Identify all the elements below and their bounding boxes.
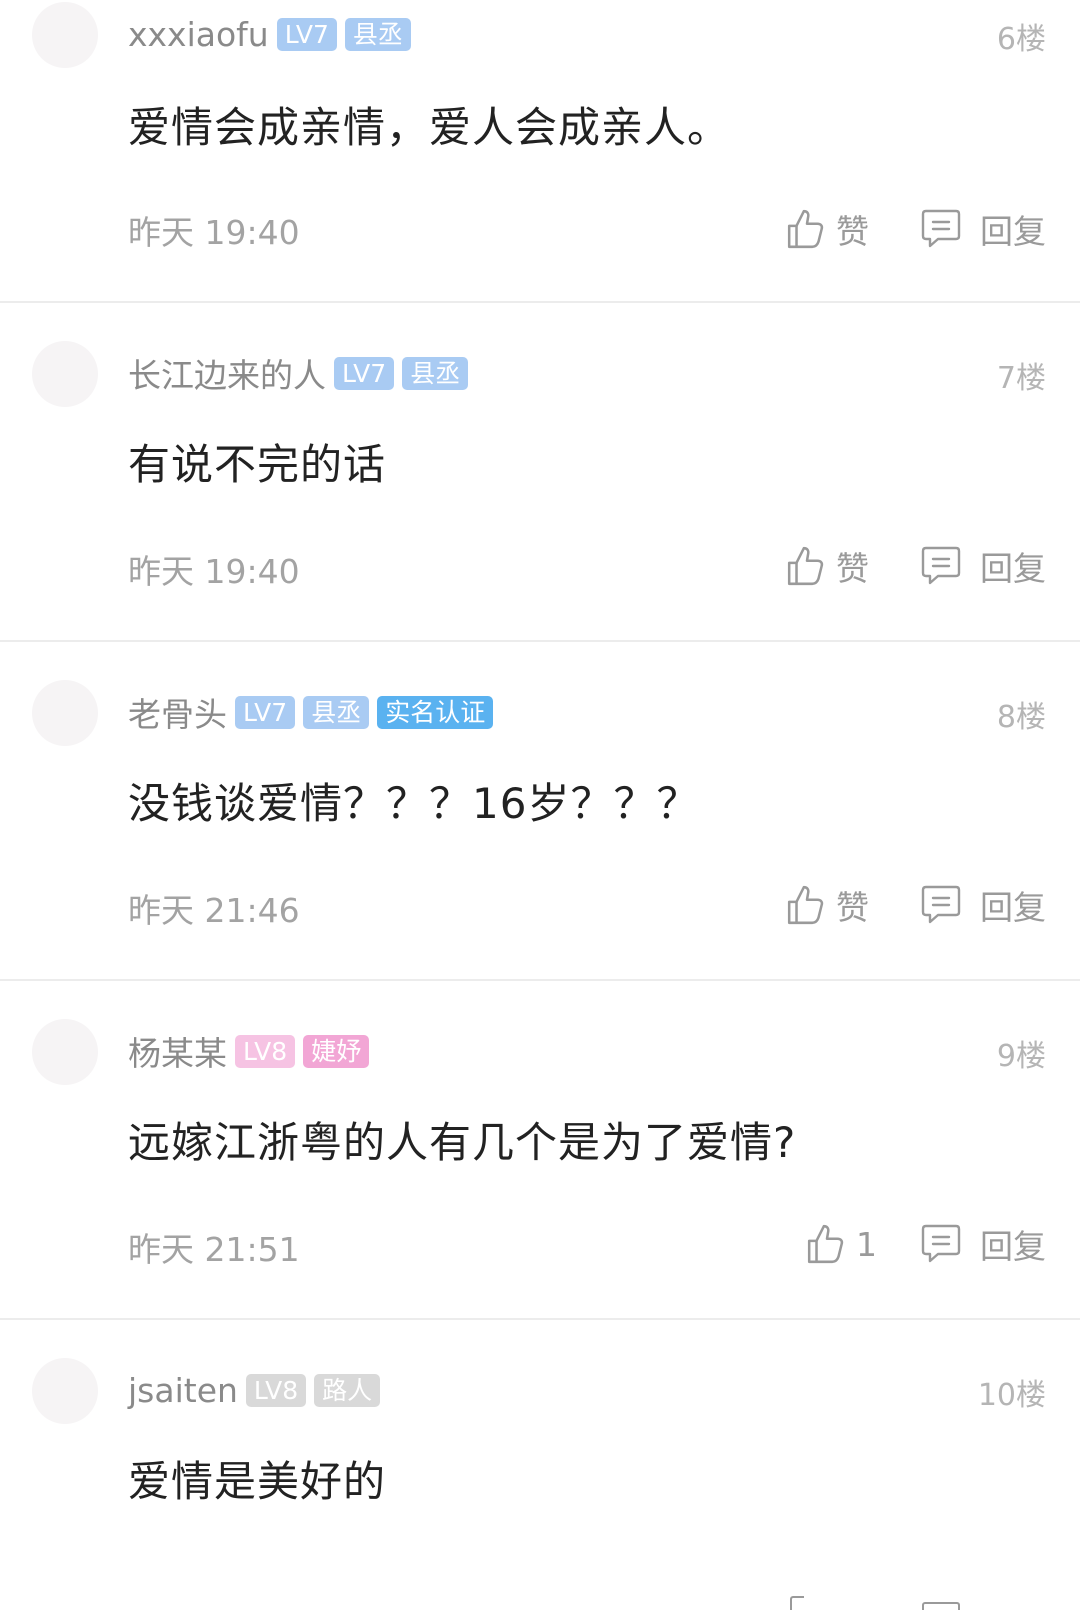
comment-text: 没钱谈爱情？？？16岁？？？: [128, 779, 700, 828]
avatar[interactable]: [32, 341, 98, 407]
level-badge: LV8: [235, 1034, 296, 1068]
reply-button[interactable]: 回复: [920, 1219, 1046, 1269]
username[interactable]: xxxiaofu: [128, 15, 269, 54]
comment-bubble-icon: [920, 544, 962, 588]
thumbs-up-icon: [786, 207, 828, 251]
floor-number: 10楼: [977, 1378, 1046, 1413]
user-line: 杨某某 LV8 婕妤: [128, 1027, 377, 1075]
comment-item: 杨某某 LV8 婕妤 9楼 远嫁江浙粤的人有几个是为了爱情? 昨天 21:51 …: [0, 981, 1080, 1320]
comment-time: 昨天 19:40: [128, 552, 300, 591]
title-badge: 县丞: [344, 17, 411, 51]
comment-bubble-icon: [922, 1602, 960, 1610]
reply-label: 回复: [980, 1227, 1046, 1266]
thumbs-up-icon: [786, 544, 828, 588]
reply-label: 回复: [980, 212, 1046, 251]
like-button[interactable]: 赞: [786, 541, 869, 591]
level-badge: LV7: [276, 17, 337, 51]
avatar[interactable]: [32, 680, 98, 746]
comment-bubble-icon: [920, 883, 962, 927]
like-button[interactable]: 赞: [786, 880, 869, 930]
title-badge: 县丞: [303, 695, 370, 729]
user-line: xxxiaofu LV7 县丞: [128, 10, 419, 58]
username[interactable]: 老骨头: [128, 688, 227, 736]
like-button[interactable]: 1: [806, 1219, 877, 1269]
username[interactable]: 杨某某: [128, 1027, 227, 1075]
title-badge: 婕妤: [303, 1034, 370, 1068]
username[interactable]: jsaiten: [128, 1371, 238, 1410]
comment-item: 长江边来的人 LV7 县丞 7楼 有说不完的话 昨天 19:40 赞 回复: [0, 303, 1080, 642]
comment-time: 昨天 19:40: [128, 213, 300, 252]
reply-label: 回复: [980, 549, 1046, 588]
comment-bubble-icon: [920, 1222, 962, 1266]
floor-number: 6楼: [996, 22, 1046, 57]
level-badge: LV7: [334, 356, 395, 390]
floor-number: 7楼: [996, 361, 1046, 396]
user-line: 老骨头 LV7 县丞 实名认证: [128, 688, 501, 736]
comment-text: 爱情会成亲情，爱人会成亲人。: [128, 103, 731, 152]
reply-button[interactable]: 回复: [920, 204, 1046, 254]
thumbs-up-icon: [786, 883, 828, 927]
username[interactable]: 长江边来的人: [128, 349, 326, 397]
comment-time: 昨天 21:46: [128, 891, 300, 930]
like-label: 赞: [836, 212, 869, 251]
comment-text: 远嫁江浙粤的人有几个是为了爱情?: [128, 1118, 797, 1167]
floor-number: 8楼: [996, 700, 1046, 735]
reply-button[interactable]: 回复: [920, 541, 1046, 591]
comment-bubble-icon: [920, 207, 962, 251]
thumbs-up-icon: [790, 1596, 804, 1610]
user-line: jsaiten LV8 路人: [128, 1366, 388, 1414]
comment-item: 老骨头 LV7 县丞 实名认证 8楼 没钱谈爱情？？？16岁？？？ 昨天 21:…: [0, 642, 1080, 981]
avatar[interactable]: [32, 1358, 98, 1424]
like-button[interactable]: 赞: [786, 204, 869, 254]
comment-text: 有说不完的话: [128, 440, 387, 489]
avatar[interactable]: [32, 1019, 98, 1085]
verified-badge: 实名认证: [377, 695, 494, 729]
comment-item: xxxiaofu LV7 县丞 6楼 爱情会成亲情，爱人会成亲人。 昨天 19:…: [0, 0, 1080, 303]
like-label: 赞: [836, 549, 869, 588]
like-label: 赞: [836, 888, 869, 927]
floor-number: 9楼: [996, 1039, 1046, 1074]
user-line: 长江边来的人 LV7 县丞: [128, 349, 476, 397]
avatar[interactable]: [32, 2, 98, 68]
reply-button[interactable]: 回复: [920, 880, 1046, 930]
thumbs-up-icon: [806, 1222, 848, 1266]
like-count: 1: [856, 1224, 877, 1264]
level-badge: LV7: [235, 695, 296, 729]
reply-label: 回复: [980, 888, 1046, 927]
title-badge: 路人: [314, 1373, 381, 1407]
comment-text: 爱情是美好的: [128, 1457, 387, 1506]
level-badge: LV8: [245, 1373, 307, 1407]
cut-off-actions: [0, 1582, 1080, 1610]
title-badge: 县丞: [402, 356, 469, 390]
comment-item: jsaiten LV8 路人 10楼 爱情是美好的: [0, 1320, 1080, 1610]
comment-time: 昨天 21:51: [128, 1230, 300, 1269]
